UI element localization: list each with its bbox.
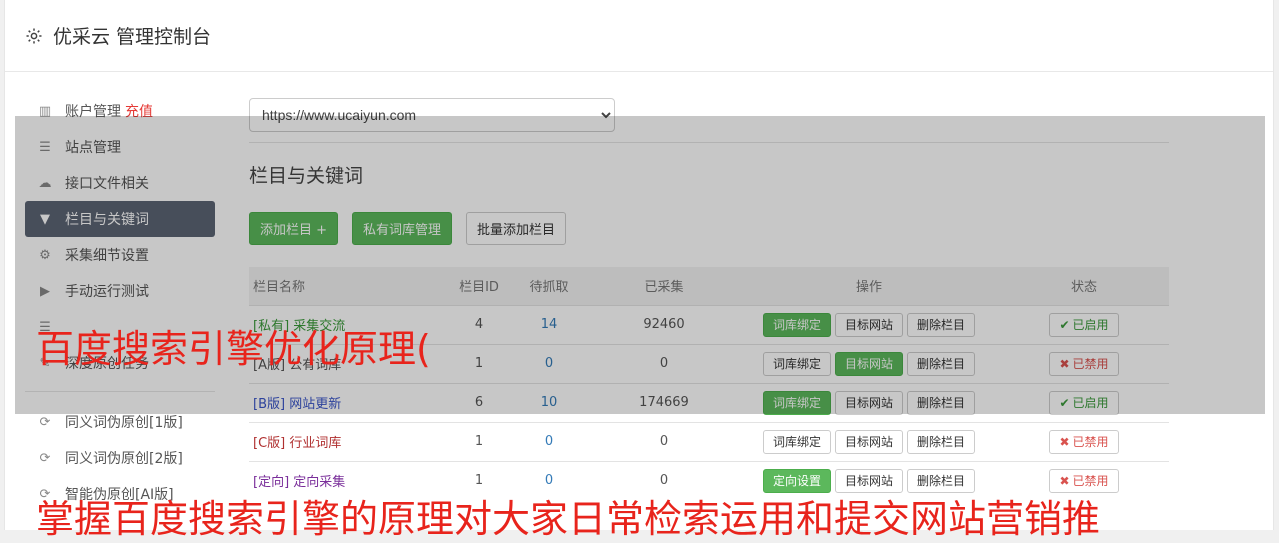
row-action-button[interactable]: 删除栏目 <box>907 429 976 454</box>
refresh-icon: ⟳ <box>39 414 51 430</box>
row-action-button[interactable]: 目标网站 <box>834 429 903 454</box>
header: 优采云 管理控制台 <box>5 0 1273 72</box>
cell-actions: 词库绑定 目标网站 删除栏目 <box>739 421 999 461</box>
status-toggle-button[interactable]: ✖ 已禁用 <box>1049 429 1119 454</box>
cross-icon: ✖ <box>1059 434 1070 449</box>
sidebar-item[interactable]: ⟳ 同义词伪原创[2版] <box>25 440 215 476</box>
cell-column-id: 1 <box>449 421 509 461</box>
watermark-line-1: 百度搜索引擎优化原理( <box>36 327 431 371</box>
sidebar-item-label: 同义词伪原创[1版] <box>65 415 183 431</box>
cross-icon: ✖ <box>1059 473 1070 488</box>
sidebar-item-label: 同义词伪原创[2版] <box>65 451 183 467</box>
cell-collected: 0 <box>589 421 739 461</box>
app-title: 优采云 管理控制台 <box>53 26 212 48</box>
column-tag: [C版] <box>253 436 286 451</box>
refresh-icon: ⟳ <box>39 450 51 466</box>
status-label: 已禁用 <box>1072 435 1109 449</box>
cell-status: ✖ 已禁用 <box>999 421 1169 461</box>
cell-column-name: [C版] 行业词库 <box>249 421 449 461</box>
watermark-line-2: 掌握百度搜索引擎的原理对大家日常检索运用和提交网站营销推 <box>36 497 1101 541</box>
row-action-button[interactable]: 词库绑定 <box>762 429 831 454</box>
column-name-link[interactable]: 行业词库 <box>289 436 341 451</box>
table-row: [C版] 行业词库 1 0 0 词库绑定 目标网站 删除栏目 ✖ 已禁用 <box>249 421 1169 461</box>
status-label: 已禁用 <box>1072 474 1109 489</box>
cell-pending: 0 <box>509 421 589 461</box>
gear-icon <box>26 28 42 43</box>
